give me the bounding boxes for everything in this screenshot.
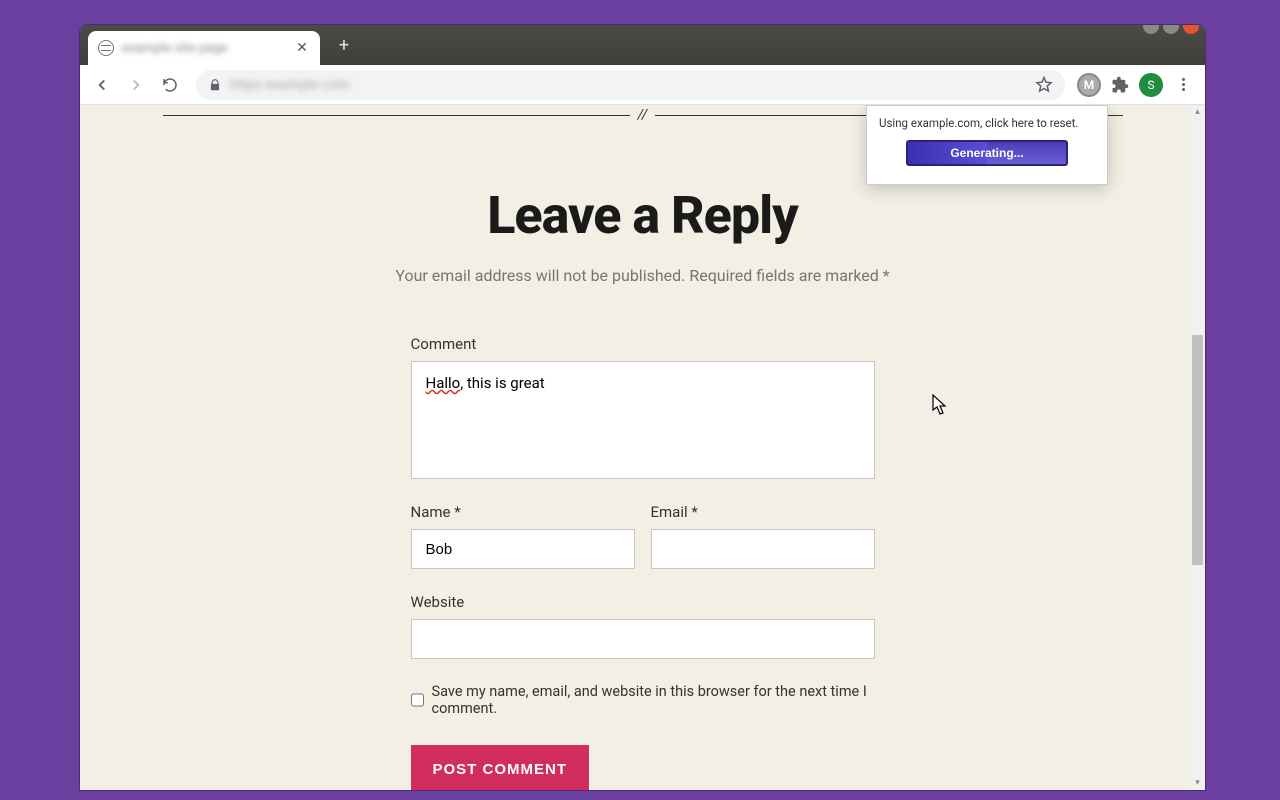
comment-textarea[interactable]: Hallo, this is great [411, 361, 875, 479]
page: // Leave a Reply Your email address will… [80, 105, 1205, 790]
bookmark-star-icon[interactable] [1035, 76, 1053, 94]
page-title: Leave a Reply [163, 185, 1123, 246]
name-input[interactable] [411, 529, 635, 569]
content-area: // Leave a Reply Your email address will… [80, 105, 1205, 790]
window-controls [1143, 25, 1199, 34]
globe-icon [98, 40, 114, 56]
toolbar: https example com M S [80, 65, 1205, 105]
website-input[interactable] [411, 619, 875, 659]
save-info-checkbox[interactable] [411, 693, 424, 707]
maximize-button[interactable] [1163, 25, 1179, 34]
comment-label: Comment [411, 335, 875, 353]
required-note: Your email address will not be published… [163, 266, 1123, 285]
extension-popup: Using example.com, click here to reset. … [866, 105, 1108, 185]
browser-tab[interactable]: example site page ✕ [88, 31, 320, 65]
scrollbar-thumb[interactable] [1192, 335, 1203, 565]
popup-text[interactable]: Using example.com, click here to reset. [879, 116, 1095, 130]
lock-icon [208, 78, 222, 92]
extensions-icon[interactable] [1111, 76, 1129, 94]
browser-window: example site page ✕ + https example com … [80, 25, 1205, 790]
toolbar-right: M S [1077, 73, 1197, 97]
email-input[interactable] [651, 529, 875, 569]
email-label: Email * [651, 503, 875, 521]
address-bar[interactable]: https example com [196, 70, 1065, 100]
close-tab-icon[interactable]: ✕ [294, 40, 310, 56]
menu-icon[interactable] [1173, 78, 1193, 91]
forward-button[interactable] [122, 71, 150, 99]
scrollbar-track[interactable]: ▴ ▾ [1190, 105, 1205, 790]
minimize-button[interactable] [1143, 25, 1159, 34]
profile-avatar[interactable]: S [1139, 73, 1163, 97]
scroll-up-icon[interactable]: ▴ [1193, 107, 1202, 117]
close-window-button[interactable] [1183, 25, 1199, 34]
website-label: Website [411, 593, 875, 611]
titlebar: example site page ✕ + [80, 25, 1205, 65]
new-tab-button[interactable]: + [330, 31, 358, 59]
extension-m-icon[interactable]: M [1077, 73, 1101, 97]
comment-form: Comment Hallo, this is great Name * Emai… [411, 335, 875, 790]
tab-title: example site page [122, 41, 294, 56]
url-text: https example com [230, 77, 349, 93]
back-button[interactable] [88, 71, 116, 99]
save-info-label: Save my name, email, and website in this… [432, 683, 875, 717]
post-comment-button[interactable]: POST COMMENT [411, 745, 590, 790]
generating-button[interactable]: Generating... [906, 140, 1068, 166]
name-label: Name * [411, 503, 635, 521]
reload-button[interactable] [156, 71, 184, 99]
scroll-down-icon[interactable]: ▾ [1193, 778, 1202, 788]
